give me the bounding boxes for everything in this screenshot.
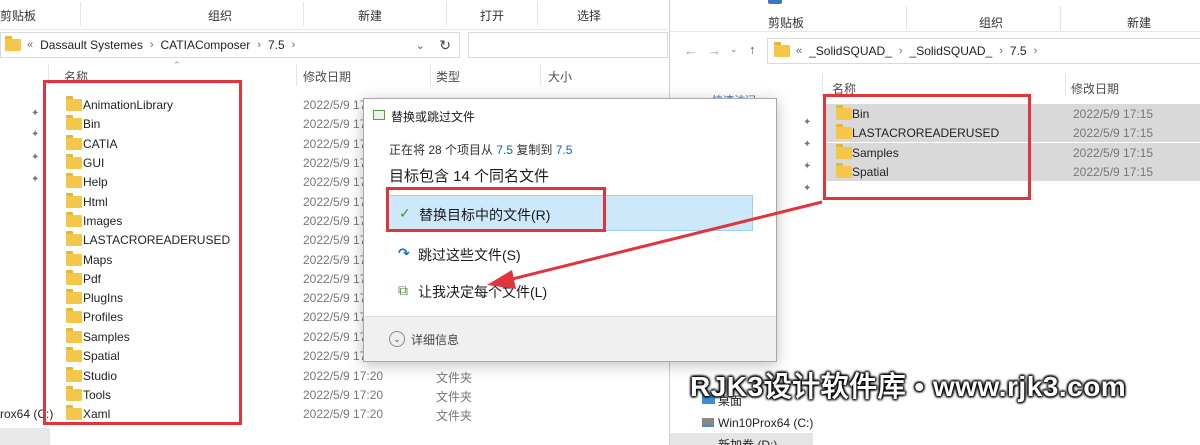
arrow-head <box>487 270 516 289</box>
arrow-shaft <box>507 200 823 282</box>
watermark: RJK3设计软件库 • www.rjk3.com <box>690 371 1127 402</box>
